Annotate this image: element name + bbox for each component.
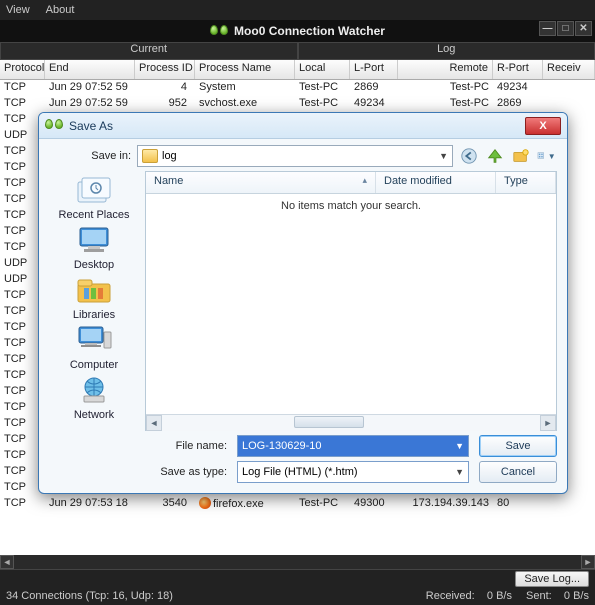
save-in-value: log	[162, 150, 177, 162]
sort-indicator-icon: ▴	[362, 175, 367, 186]
table-row[interactable]: TCPJun 29 07:52 59952svchost.exeTest-PC4…	[0, 96, 595, 112]
col-file-type[interactable]: Type	[496, 172, 556, 193]
place-libraries[interactable]: Libraries	[52, 273, 136, 321]
place-computer-label: Computer	[70, 359, 118, 371]
menu-about[interactable]: About	[46, 4, 75, 16]
title-bar: Moo0 Connection Watcher — □ ✕	[0, 20, 595, 42]
up-icon[interactable]	[485, 146, 505, 166]
save-as-dialog: Save As X Save in: log ▼ ▼	[38, 112, 568, 494]
dialog-title-bar[interactable]: Save As X	[39, 113, 567, 139]
place-network-label: Network	[74, 409, 114, 421]
file-list[interactable]: Name ▴ Date modified Type No items match…	[145, 171, 557, 431]
hscroll-track[interactable]	[14, 555, 581, 569]
menu-bar: View About	[0, 0, 595, 20]
table-row[interactable]: TCPJun 29 07:52 594SystemTest-PC2869Test…	[0, 80, 595, 96]
network-icon	[70, 373, 118, 407]
places-bar: Recent Places Desktop Libraries	[49, 171, 139, 431]
col-local[interactable]: Local	[295, 60, 350, 79]
hscroll-right-icon[interactable]: ►	[581, 555, 595, 569]
place-libraries-label: Libraries	[73, 309, 115, 321]
minimize-button[interactable]: —	[539, 21, 556, 36]
menu-view[interactable]: View	[6, 4, 30, 16]
app-icon	[210, 25, 228, 37]
place-recent[interactable]: Recent Places	[52, 173, 136, 221]
recent-places-icon	[70, 173, 118, 207]
col-rport[interactable]: R-Port	[493, 60, 543, 79]
file-name-input[interactable]: LOG-130629-10 ▼	[237, 435, 469, 457]
col-lport[interactable]: L-Port	[350, 60, 398, 79]
scroll-right-icon[interactable]: ►	[540, 415, 556, 431]
folder-icon	[142, 149, 158, 163]
chevron-down-icon: ▼	[439, 151, 448, 161]
dialog-close-button[interactable]: X	[525, 117, 561, 135]
table-row[interactable]: TCPJun 29 07:53 183540firefox.exeTest-PC…	[0, 496, 595, 512]
col-pid[interactable]: Process ID	[135, 60, 195, 79]
col-protocol[interactable]: Protocol	[0, 60, 45, 79]
scroll-track[interactable]	[162, 415, 540, 431]
app-title: Moo0 Connection Watcher	[234, 24, 385, 38]
view-menu-icon[interactable]: ▼	[537, 146, 557, 166]
col-end[interactable]: End	[45, 60, 135, 79]
close-button[interactable]: ✕	[575, 21, 592, 36]
computer-icon	[70, 323, 118, 357]
new-folder-icon[interactable]	[511, 146, 531, 166]
chevron-down-icon[interactable]: ▼	[455, 467, 464, 477]
place-desktop[interactable]: Desktop	[52, 223, 136, 271]
sent-label: Sent:	[526, 590, 552, 602]
tab-header: Current Log	[0, 42, 595, 60]
file-name-value: LOG-130629-10	[242, 440, 322, 452]
empty-message: No items match your search.	[281, 200, 421, 212]
chevron-down-icon[interactable]: ▼	[455, 441, 464, 451]
cancel-button[interactable]: Cancel	[479, 461, 557, 483]
maximize-button[interactable]: □	[557, 21, 574, 36]
place-desktop-label: Desktop	[74, 259, 114, 271]
scroll-thumb[interactable]	[294, 416, 364, 428]
scroll-left-icon[interactable]: ◄	[146, 415, 162, 431]
desktop-icon	[70, 223, 118, 257]
status-bar: Save Log... 34 Connections (Tcp: 16, Udp…	[0, 569, 595, 605]
col-pname[interactable]: Process Name	[195, 60, 295, 79]
save-button[interactable]: Save	[479, 435, 557, 457]
tab-log[interactable]: Log	[298, 42, 595, 60]
place-network[interactable]: Network	[52, 373, 136, 421]
col-file-name[interactable]: Name ▴	[146, 172, 376, 193]
hscroll[interactable]: ◄ ►	[0, 555, 595, 569]
back-icon[interactable]	[459, 146, 479, 166]
place-computer[interactable]: Computer	[52, 323, 136, 371]
hscroll-left-icon[interactable]: ◄	[0, 555, 14, 569]
tab-current[interactable]: Current	[0, 42, 298, 60]
col-remote[interactable]: Remote	[398, 60, 493, 79]
place-recent-label: Recent Places	[59, 209, 130, 221]
firefox-icon	[199, 497, 211, 509]
file-list-body: No items match your search.	[146, 194, 556, 414]
connection-summary: 34 Connections (Tcp: 16, Udp: 18)	[6, 590, 173, 602]
received-label: Received:	[426, 590, 475, 602]
dialog-icon	[45, 119, 63, 133]
file-name-label: File name:	[145, 440, 227, 452]
save-in-label: Save in:	[49, 150, 131, 162]
save-as-type-combo[interactable]: Log File (HTML) (*.htm) ▼	[237, 461, 469, 483]
file-list-hscroll[interactable]: ◄ ►	[146, 414, 556, 430]
col-recv[interactable]: Receiv	[543, 60, 595, 79]
dialog-title: Save As	[69, 119, 113, 133]
libraries-icon	[70, 273, 118, 307]
received-value: 0 B/s	[487, 590, 512, 602]
save-log-button[interactable]: Save Log...	[515, 571, 589, 587]
file-list-header: Name ▴ Date modified Type	[146, 172, 556, 194]
save-as-type-value: Log File (HTML) (*.htm)	[242, 466, 358, 478]
save-as-type-label: Save as type:	[145, 466, 227, 478]
sent-value: 0 B/s	[564, 590, 589, 602]
grid-header: Protocol End Process ID Process Name Loc…	[0, 60, 595, 80]
save-in-combo[interactable]: log ▼	[137, 145, 453, 167]
nav-icons: ▼	[459, 146, 557, 166]
col-date-modified[interactable]: Date modified	[376, 172, 496, 193]
